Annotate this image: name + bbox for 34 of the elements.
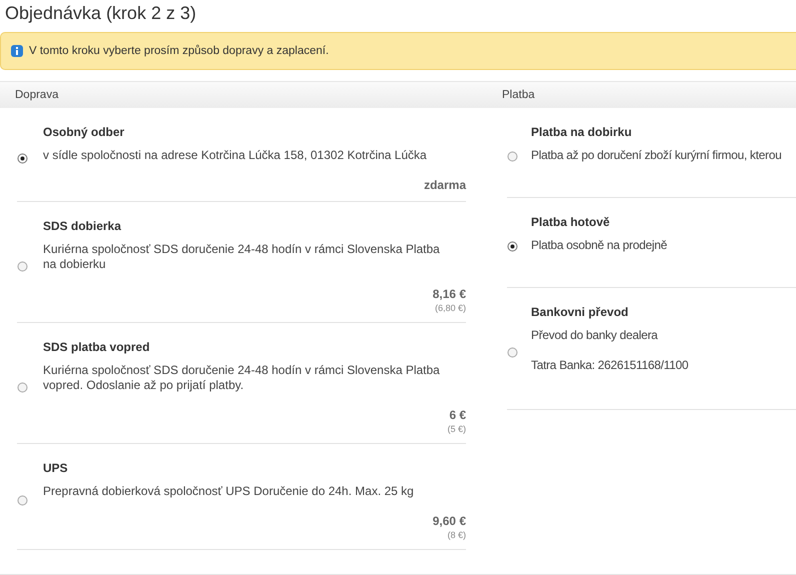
radio-button[interactable] bbox=[17, 153, 28, 164]
option-description: Platba osobně na prodejně bbox=[531, 238, 668, 253]
option-description: Kuriérna spoločnosť SDS doručenie 24-48 hodín v rámci Slovenska Platba vopred. Odoslanie až po prijatí platby. bbox=[43, 363, 441, 393]
option-description: Kuriérna spoločnosť SDS doručenie 24-48 hodín v rámci Slovenska Platba na dobierku bbox=[43, 242, 441, 272]
section-header: Doprava bbox=[0, 81, 484, 108]
option-title: Platba na dobirku bbox=[531, 125, 633, 139]
option-price: 8,16 € bbox=[432, 287, 466, 301]
radio-button[interactable] bbox=[507, 151, 518, 162]
section-header: Platba bbox=[484, 81, 796, 108]
radio-button[interactable] bbox=[17, 495, 28, 506]
option-title: Bankovni převod bbox=[531, 305, 630, 319]
radio-button[interactable] bbox=[507, 347, 518, 358]
option-title: UPS bbox=[43, 461, 69, 475]
option-title: Platba hotově bbox=[531, 215, 611, 229]
net-price: (8 €) bbox=[447, 530, 466, 540]
page-title: Objednávka (krok 2 z 3) bbox=[4, 2, 198, 25]
radio-button[interactable] bbox=[507, 241, 518, 252]
option-title: SDS dobierka bbox=[43, 219, 122, 233]
option-description: Tatra Banka: 2626151168/1100 bbox=[531, 358, 690, 373]
option-description: Prepravná dobierková spoločnosť UPS Doručenie do 24h. Max. 25 kg bbox=[43, 484, 415, 499]
option-price: zdarma bbox=[424, 178, 466, 192]
net-price: (6,80 €) bbox=[434, 303, 466, 313]
radio-button[interactable] bbox=[17, 382, 28, 392]
option-price: 6 € bbox=[449, 408, 466, 422]
net-price: (5 €) bbox=[447, 424, 466, 434]
notice-text: V tomto kroku vyberte prosím způsob dopravy a zaplacení. bbox=[29, 45, 329, 57]
option-title: Osobný odber bbox=[43, 125, 126, 139]
info-icon bbox=[11, 45, 23, 57]
option-description: Převod do banky dealera bbox=[531, 328, 659, 343]
radio-button[interactable] bbox=[17, 260, 28, 272]
option-description: Platba až po doručení zboží kurýrní firmou, kterou bbox=[531, 148, 782, 163]
option-description: v sídle spoločnosti na adrese Kotrčina Lúčka 158, 01302 Kotrčina Lúčka bbox=[43, 148, 428, 163]
option-price: 9,60 € bbox=[432, 514, 466, 528]
option-title: SDS platba vopred bbox=[43, 340, 151, 354]
